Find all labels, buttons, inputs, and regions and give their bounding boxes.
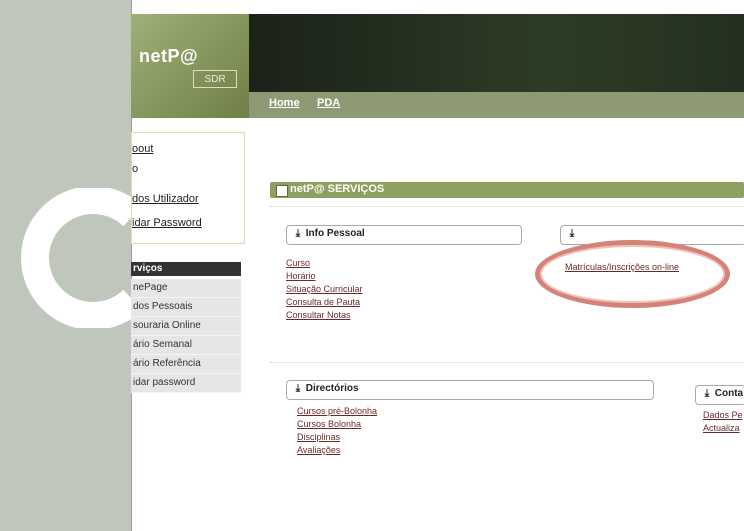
service-weekly-schedule[interactable]: ário Semanal — [131, 336, 241, 355]
services-menu-title: rviços — [131, 262, 241, 276]
download-arrow-icon: ⤓ — [295, 383, 301, 394]
disciplinas-link[interactable]: Disciplinas — [297, 432, 340, 442]
download-arrow-icon: ⤓ — [569, 228, 575, 239]
logout-link[interactable]: oout — [132, 143, 153, 155]
site-header: netP@ SDR Home PDA — [131, 14, 744, 118]
download-arrow-icon: ⤓ — [295, 228, 301, 239]
user-data-link[interactable]: dos Utilizador — [132, 193, 199, 205]
services-menu: nePage dos Pessoais souraria Online ário… — [131, 279, 241, 393]
cursos-bolonha-link[interactable]: Cursos Bolonha — [297, 419, 361, 429]
download-arrow-icon: ⤓ — [704, 388, 710, 399]
consultar-notas-link[interactable]: Consultar Notas — [286, 310, 351, 320]
contactos-box: ⤓ Conta — [695, 385, 744, 405]
service-homepage[interactable]: nePage — [131, 279, 241, 298]
info-pessoal-title: ⤓ Info Pessoal — [293, 228, 365, 239]
contactos-label: Conta — [714, 388, 744, 399]
services-section-header: netP@ SERVIÇOS — [270, 182, 744, 198]
diretorios-title: ⤓ Directórios — [293, 383, 359, 394]
avaliacoes-link[interactable]: Avaliações — [297, 445, 340, 455]
top-navigation: Home PDA — [249, 92, 744, 118]
netpa-logo: netP@ — [139, 46, 199, 66]
curso-link[interactable]: Curso — [286, 258, 310, 268]
cursos-pre-bolonha-link[interactable]: Cursos pré-Bolonha — [297, 406, 377, 416]
section-icon — [276, 185, 288, 197]
contactos-title: ⤓ Conta — [702, 388, 743, 399]
matriculas-title: ⤓ — [567, 228, 577, 239]
consulta-pauta-link[interactable]: Consulta de Pauta — [286, 297, 360, 307]
actualizar-link[interactable]: Actualiza — [703, 423, 740, 433]
service-reference-schedule[interactable]: ário Referência — [131, 355, 241, 374]
diretorios-box: ⤓ Directórios — [286, 380, 654, 400]
lower-section-divider — [270, 362, 744, 363]
user-menu-box: oout o dos Utilizador idar Password — [131, 132, 245, 244]
service-treasury[interactable]: souraria Online — [131, 317, 241, 336]
nav-pda-link[interactable]: PDA — [317, 97, 340, 109]
logo-area: netP@ SDR — [131, 14, 249, 118]
profile-link[interactable]: o — [132, 163, 138, 175]
section-divider — [270, 206, 744, 207]
logo-badge: SDR — [193, 70, 237, 88]
service-change-password[interactable]: idar password — [131, 374, 241, 393]
situacao-curricular-link[interactable]: Situação Curricular — [286, 284, 363, 294]
diretorios-label: Directórios — [305, 383, 359, 394]
horario-link[interactable]: Horário — [286, 271, 316, 281]
change-password-link[interactable]: idar Password — [132, 217, 202, 229]
dados-pessoais-link[interactable]: Dados Pe — [703, 410, 743, 420]
info-pessoal-box: ⤓ Info Pessoal — [286, 225, 522, 245]
nav-home-link[interactable]: Home — [269, 97, 300, 109]
highlight-ellipse — [535, 240, 730, 308]
services-section-title: netP@ SERVIÇOS — [290, 183, 385, 195]
service-personal-data[interactable]: dos Pessoais — [131, 298, 241, 317]
info-pessoal-label: Info Pessoal — [305, 228, 365, 239]
header-banner — [249, 14, 744, 92]
